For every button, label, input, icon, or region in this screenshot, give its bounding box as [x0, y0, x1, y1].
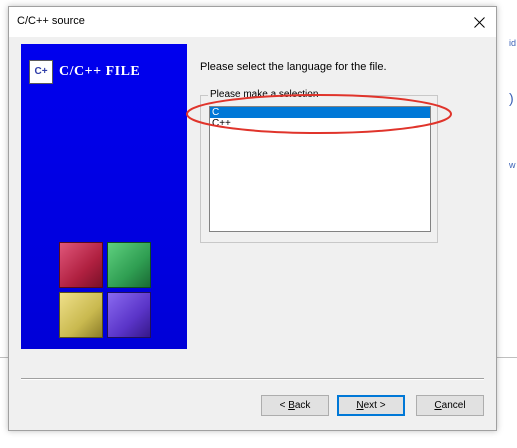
background-text-fragment: w — [509, 160, 516, 170]
background-text-fragment: id — [509, 38, 517, 48]
cancel-button[interactable]: Cancel — [416, 395, 484, 416]
banner-title: C/C++ FILE — [59, 64, 141, 79]
back-button-mnemonic: B — [288, 400, 295, 411]
cancel-button-label: ancel — [441, 400, 466, 411]
language-prompt: Please select the language for the file. — [200, 61, 387, 73]
codeblocks-logo-icon: C+ — [29, 60, 53, 84]
dialog-titlebar[interactable]: C/C++ source — [9, 7, 496, 37]
close-button[interactable] — [462, 7, 496, 37]
back-button[interactable]: < Back — [261, 395, 329, 416]
close-icon — [473, 16, 485, 28]
next-button-label: ext > — [363, 400, 386, 411]
dialog-title: C/C++ source — [17, 15, 85, 27]
cube-yellow — [59, 292, 103, 338]
cancel-button-mnemonic: C — [434, 400, 442, 411]
codeblocks-cubes-icon — [59, 242, 151, 338]
back-button-label: ack — [294, 400, 311, 411]
cube-purple — [107, 292, 151, 338]
background-window — [497, 0, 517, 448]
next-button-mnemonic: N — [356, 400, 364, 411]
wizard-banner: C+ C/C++ FILE — [21, 44, 187, 349]
annotation-ellipse — [186, 94, 452, 134]
cube-green — [107, 242, 151, 288]
screen: id ) w C/C++ source C+ C/C++ FILE Please… — [0, 0, 517, 448]
back-button-prefix: < — [279, 400, 289, 411]
button-separator — [21, 378, 484, 380]
next-button[interactable]: Next > — [337, 395, 405, 416]
cube-red — [59, 242, 103, 288]
wizard-dialog: C/C++ source C+ C/C++ FILE Please select… — [8, 6, 497, 431]
background-text-fragment: ) — [509, 90, 514, 106]
